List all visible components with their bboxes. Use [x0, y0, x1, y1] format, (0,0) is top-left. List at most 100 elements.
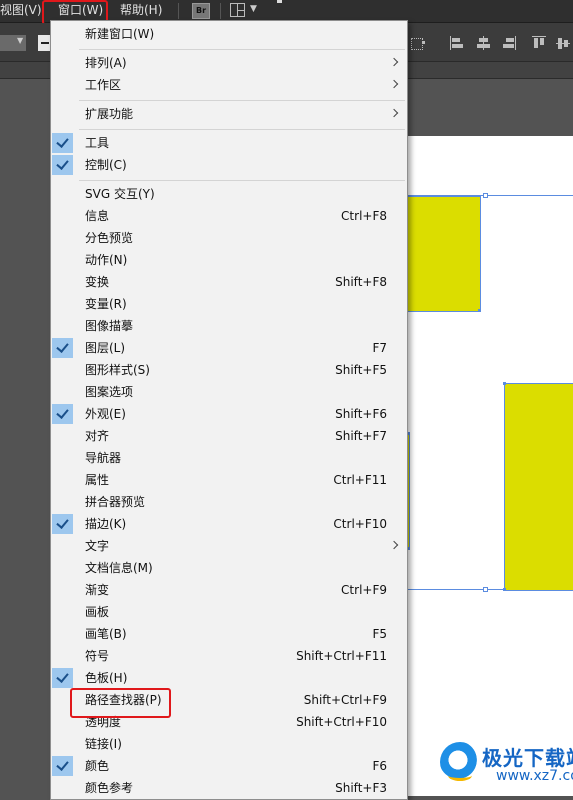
chevron-right-icon — [389, 57, 399, 67]
menu-item-gradient[interactable]: 渐变 Ctrl+F9 — [51, 579, 407, 601]
menu-item-label: 图像描摹 — [85, 319, 134, 333]
window-dropdown-menu: 新建窗口(W) 排列(A) 工作区 扩展功能 工具 控制(C) SVG 交互(Y… — [50, 20, 408, 800]
align-left-icon[interactable] — [450, 36, 464, 50]
menu-item-swatches[interactable]: 色板(H) — [51, 667, 407, 689]
menu-item-label: 链接(I) — [85, 737, 122, 751]
menu-item-shortcut: Shift+F7 — [335, 429, 387, 443]
menu-item-shortcut: Shift+F5 — [335, 363, 387, 377]
menu-item-artboards[interactable]: 画板 — [51, 601, 407, 623]
menu-item-new-window[interactable]: 新建窗口(W) — [51, 23, 407, 45]
checkmark-icon — [52, 133, 73, 153]
watermark-title: 极光下载站 — [482, 746, 573, 770]
transform-icon[interactable] — [411, 36, 425, 50]
anchor-point[interactable] — [503, 382, 506, 385]
menu-item-color[interactable]: 颜色 F6 — [51, 755, 407, 777]
menu-item-label: 变换 — [85, 275, 110, 289]
menu-item-shortcut: Ctrl+F8 — [341, 209, 387, 223]
checkmark-icon — [52, 668, 73, 688]
menu-item-flattener-preview[interactable]: 拼合器预览 — [51, 491, 407, 513]
menu-item-align[interactable]: 对齐 Shift+F7 — [51, 425, 407, 447]
yellow-rectangle-right[interactable] — [504, 383, 573, 591]
menu-item-shortcut: Shift+Ctrl+F9 — [303, 693, 387, 707]
menu-item-shortcut: Shift+F8 — [335, 275, 387, 289]
menu-item-navigator[interactable]: 导航器 — [51, 447, 407, 469]
menu-item-graphic-styles[interactable]: 图形样式(S) Shift+F5 — [51, 359, 407, 381]
menu-item-label: 变量(R) — [85, 297, 127, 311]
menu-item-label: 色板(H) — [85, 671, 128, 685]
menu-item-arrange[interactable]: 排列(A) — [51, 52, 407, 74]
pathfinder-highlight — [70, 688, 171, 718]
menu-divider — [79, 49, 405, 50]
site-logo-icon — [440, 742, 480, 782]
align-top-icon[interactable] — [532, 36, 546, 50]
menu-item-label: SVG 交互(Y) — [85, 187, 155, 201]
menu-help[interactable]: 帮助(H) — [120, 0, 162, 22]
menu-item-label: 图层(L) — [85, 341, 126, 355]
chevron-right-icon — [389, 79, 399, 89]
watermark-url: www.xz7.com — [496, 768, 573, 784]
yellow-rectangle[interactable] — [400, 196, 481, 312]
menu-item-shortcut: F7 — [372, 341, 387, 355]
menu-item-control[interactable]: 控制(C) — [51, 154, 407, 176]
menu-item-extensions[interactable]: 扩展功能 — [51, 103, 407, 125]
align-center-icon[interactable] — [476, 36, 490, 50]
bridge-button[interactable]: Br — [192, 3, 210, 19]
menu-item-svg-interactivity[interactable]: SVG 交互(Y) — [51, 183, 407, 205]
menu-item-label: 排列(A) — [85, 56, 127, 70]
anchor-point[interactable] — [478, 309, 481, 312]
menu-item-tools[interactable]: 工具 — [51, 132, 407, 154]
menu-item-label: 画笔(B) — [85, 627, 127, 641]
workspace-layout-icon[interactable] — [230, 3, 245, 17]
menu-item-label: 导航器 — [85, 451, 122, 465]
menu-item-label: 画板 — [85, 605, 110, 619]
menu-item-type[interactable]: 文字 — [51, 535, 407, 557]
menu-item-layers[interactable]: 图层(L) F7 — [51, 337, 407, 359]
menu-item-shortcut: Ctrl+F10 — [333, 517, 387, 531]
menu-item-workspace[interactable]: 工作区 — [51, 74, 407, 96]
menu-item-color-guide[interactable]: 颜色参考 Shift+F3 — [51, 777, 407, 799]
menu-item-pattern-options[interactable]: 图案选项 — [51, 381, 407, 403]
menu-item-actions[interactable]: 动作(N) — [51, 249, 407, 271]
checkmark-icon — [52, 514, 73, 534]
checkmark-icon — [52, 404, 73, 424]
watermark: 极光下载站 www.xz7.com — [440, 738, 573, 793]
menu-item-label: 渐变 — [85, 583, 110, 597]
menu-view[interactable]: 视图(V) — [0, 0, 42, 22]
checkmark-icon — [52, 338, 73, 358]
menu-divider — [79, 129, 405, 130]
menu-item-label: 分色预览 — [85, 231, 134, 245]
menu-item-label: 图案选项 — [85, 385, 134, 399]
menu-item-label: 拼合器预览 — [85, 495, 146, 509]
menu-item-label: 信息 — [85, 209, 110, 223]
menu-item-shortcut: Ctrl+F11 — [333, 473, 387, 487]
menu-item-links[interactable]: 链接(I) — [51, 733, 407, 755]
menu-item-brushes[interactable]: 画笔(B) F5 — [51, 623, 407, 645]
selection-handle[interactable] — [483, 193, 488, 198]
menu-item-stroke[interactable]: 描边(K) Ctrl+F10 — [51, 513, 407, 535]
menu-item-variables[interactable]: 变量(R) — [51, 293, 407, 315]
menu-item-label: 文字 — [85, 539, 110, 553]
menu-item-shortcut: Shift+F6 — [335, 407, 387, 421]
menu-item-attributes[interactable]: 属性 Ctrl+F11 — [51, 469, 407, 491]
align-right-icon[interactable] — [502, 36, 516, 50]
menu-item-label: 文档信息(M) — [85, 561, 153, 575]
menu-item-image-trace[interactable]: 图像描摹 — [51, 315, 407, 337]
menu-item-shortcut: F6 — [372, 759, 387, 773]
menu-item-transform[interactable]: 变换 Shift+F8 — [51, 271, 407, 293]
menu-item-label: 新建窗口(W) — [85, 27, 155, 41]
menu-divider — [79, 100, 405, 101]
menubar-divider — [220, 3, 221, 19]
menu-item-appearance[interactable]: 外观(E) Shift+F6 — [51, 403, 407, 425]
menu-item-document-info[interactable]: 文档信息(M) — [51, 557, 407, 579]
menu-item-shortcut: Ctrl+F9 — [341, 583, 387, 597]
menu-item-shortcut: Shift+F3 — [335, 781, 387, 795]
menu-item-separations-preview[interactable]: 分色预览 — [51, 227, 407, 249]
chevron-down-icon[interactable]: ▼ — [250, 4, 257, 14]
align-middle-icon[interactable] — [556, 36, 570, 50]
menu-item-label: 控制(C) — [85, 158, 127, 172]
menu-item-symbols[interactable]: 符号 Shift+Ctrl+F11 — [51, 645, 407, 667]
chevron-down-icon[interactable]: ▼ — [17, 36, 23, 45]
selection-handle[interactable] — [483, 587, 488, 592]
menu-item-shortcut: Shift+Ctrl+F11 — [296, 649, 387, 663]
menu-item-info[interactable]: 信息 Ctrl+F8 — [51, 205, 407, 227]
